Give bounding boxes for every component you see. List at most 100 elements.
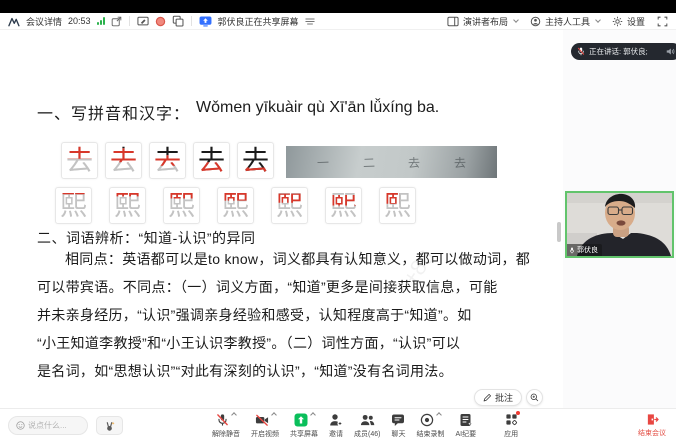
whiteboard-icon[interactable] [137, 16, 149, 27]
handwritten-char: 一 [317, 153, 330, 170]
recording-indicator-icon[interactable] [155, 16, 166, 27]
host-tools-button[interactable]: 主持人工具 [530, 15, 600, 28]
unmute-button[interactable]: 解除静音 [212, 413, 240, 439]
popout-icon[interactable] [111, 16, 122, 27]
chevron-up-icon[interactable] [310, 412, 316, 418]
gesture-hand-icon [104, 420, 115, 432]
unmute-label: 解除静音 [212, 429, 240, 439]
stroke-order-row-xi: 熙 熙 熙 熙 熙 熙 熙 熙 熙 熙 熙 熙 [55, 187, 416, 224]
pencil-icon [483, 393, 492, 402]
host-tools-label: 主持人工具 [545, 15, 590, 28]
camera-off-icon [255, 413, 269, 427]
speaker-video-tile[interactable]: 郭伏良 [565, 191, 674, 258]
chevron-up-icon[interactable] [271, 412, 277, 418]
zoom-button[interactable] [526, 389, 543, 406]
end-meeting-label: 结束会议 [638, 428, 666, 438]
stroke-box: 熙 熙 [271, 187, 308, 224]
window-title-strip [0, 0, 676, 13]
apps-label: 应用 [504, 429, 518, 439]
chevron-up-icon[interactable] [436, 412, 442, 418]
notification-badge [516, 411, 520, 415]
gesture-reaction-button[interactable] [96, 416, 123, 435]
section1-title: 一、写拼音和汉字： [37, 100, 190, 124]
shared-screen-content: 一、写拼音和汉字： Wǒmen yīkuàir qù Xī'ān lǚxíng … [0, 30, 563, 408]
members-button[interactable]: 成员(46) [354, 413, 380, 439]
speaker-volume-icon [666, 47, 675, 56]
apps-button[interactable]: 应用 [504, 413, 518, 439]
stroke-box: 熙 熙 [163, 187, 200, 224]
annotate-button[interactable]: 批注 [474, 389, 522, 406]
bottom-toolbar: 说点什么... 解除静音 开启视频 [0, 408, 676, 440]
stroke-char: 熙 [326, 188, 361, 223]
magnifier-icon [530, 393, 539, 402]
divider [191, 16, 192, 26]
stroke-box: 熙 熙 [55, 187, 92, 224]
start-video-button[interactable]: 开启视频 [251, 413, 279, 439]
stroke-box: 熙 熙 [217, 187, 254, 224]
screen-share-icon [294, 413, 308, 427]
chat-input[interactable]: 说点什么... [8, 416, 88, 435]
end-meeting-button[interactable]: 结束会议 [638, 413, 666, 438]
handwritten-char: 二 [362, 153, 375, 170]
stroke-box: 去 去 去 [193, 142, 230, 179]
app-logo-icon [8, 16, 20, 27]
layers-icon[interactable] [172, 15, 184, 27]
chat-bubble-icon [391, 413, 405, 427]
mic-muted-icon [577, 47, 585, 56]
body-line: 是名词，如“思想认识”“对此有深刻的认识”，“知道”没有名词用法。 [37, 357, 545, 385]
stroke-char: 熙 [272, 188, 307, 223]
meeting-app-window: 会议详情 20:53 郭伏良正在共享屏幕 [0, 0, 676, 440]
body-line: 并未亲身经历，“认识”强调亲身经验和感受，认知程度高于“知道”。如 [37, 301, 545, 329]
speaking-text: 正在讲话: 郭伏良; [589, 46, 648, 57]
chat-placeholder: 说点什么... [28, 420, 67, 431]
video-name-tag: 郭伏良 [567, 244, 602, 256]
stroke-box: 熙 熙 [325, 187, 362, 224]
layout-switcher[interactable]: 演讲者布局 [447, 15, 518, 28]
ai-notes-button[interactable]: AI纪要 [455, 413, 476, 439]
chat-label: 聊天 [391, 429, 405, 439]
annotate-label: 批注 [495, 391, 513, 404]
handwritten-char: 去 [454, 153, 467, 170]
divider [129, 16, 130, 26]
record-icon [420, 413, 434, 427]
sharing-more-icon[interactable] [305, 17, 315, 26]
body-paragraph: 相同点：英语都可以是to know，词义都具有认知意义，都可以做动词，都 可以带… [37, 245, 545, 385]
body-line: 相同点：英语都可以是to know，词义都具有认知意义，都可以做动词，都 [37, 245, 545, 273]
stroke-box: 去 去 [237, 142, 274, 179]
stop-record-button[interactable]: 结束录制 [416, 413, 444, 439]
handwriting-photo-strip: 一 二 去 去 [286, 146, 497, 178]
ai-notes-label: AI纪要 [455, 429, 476, 439]
invite-person-icon [329, 413, 343, 427]
chevron-down-icon [513, 17, 519, 23]
pinyin-sentence: Wǒmen yīkuàir qù Xī'ān lǚxíng ba. [196, 99, 439, 117]
chevron-up-icon[interactable] [231, 412, 237, 418]
top-bar: 会议详情 20:53 郭伏良正在共享屏幕 [0, 13, 676, 30]
sharing-status-text: 郭伏良正在共享屏幕 [218, 15, 299, 28]
stroke-box: 熙 熙 [379, 187, 416, 224]
emoji-icon[interactable] [16, 421, 25, 430]
meeting-details-link[interactable]: 会议详情 [26, 15, 62, 28]
stroke-box: 熙 熙 [109, 187, 146, 224]
content-scrollbar[interactable] [557, 222, 561, 242]
stroke-box: 去 去 [61, 142, 98, 179]
mic-icon [569, 247, 575, 254]
body-line: 可以带宾语。不同点：（一）词义方面，“知道”更多是间接获取信息，可能 [37, 273, 545, 301]
network-signal-icon [97, 17, 105, 25]
stroke-order-row-qu: 去 去 去 去 去 去 去 去 去 去 去 去 去 [61, 142, 274, 179]
ai-notes-icon [459, 413, 472, 427]
meeting-timer: 20:53 [68, 16, 91, 26]
active-speaker-banner: 正在讲话: 郭伏良; [571, 43, 676, 60]
body-line: “小王知道李教授”和“小王认识李教授”。（二）词性方面，“认识”可以 [37, 329, 545, 357]
fullscreen-icon[interactable] [657, 16, 668, 27]
chat-button[interactable]: 聊天 [391, 413, 405, 439]
invite-label: 邀请 [329, 429, 343, 439]
share-screen-button[interactable]: 共享屏幕 [290, 413, 318, 439]
chevron-down-icon [595, 17, 601, 23]
leave-meeting-icon [646, 413, 659, 426]
stop-record-label: 结束录制 [416, 429, 444, 439]
settings-button[interactable]: 设置 [612, 15, 645, 28]
stroke-box: 去 去 去 [149, 142, 186, 179]
members-label: 成员(46) [354, 429, 380, 439]
stroke-box: 去 去 去 [105, 142, 142, 179]
invite-button[interactable]: 邀请 [329, 413, 343, 439]
